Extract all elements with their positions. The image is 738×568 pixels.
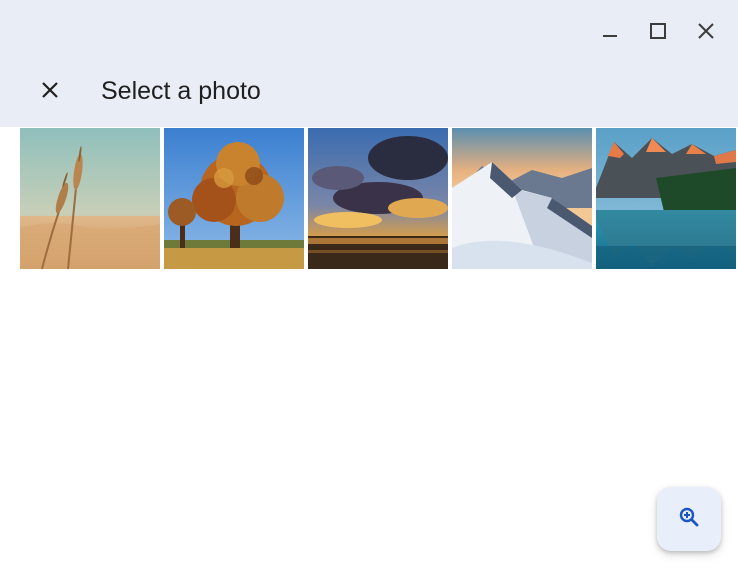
maximize-button[interactable] (634, 14, 682, 48)
close-icon (39, 79, 61, 106)
photo-mountain-lake[interactable] (596, 128, 736, 269)
sunset-clouds-image (308, 128, 448, 269)
snowy-mountains-image (452, 128, 592, 269)
wheat-image (20, 128, 160, 269)
zoom-in-button[interactable] (657, 487, 721, 551)
photo-wheat[interactable] (20, 128, 160, 269)
photo-gallery (20, 128, 738, 269)
photo-sunset-clouds[interactable] (308, 128, 448, 269)
photo-picker-window: Select a photo (0, 0, 738, 568)
minimize-button[interactable] (586, 14, 634, 48)
window-controls (586, 14, 730, 48)
autumn-tree-image (164, 128, 304, 269)
close-icon (696, 21, 716, 41)
mountain-lake-image (596, 128, 736, 269)
photo-autumn-tree[interactable] (164, 128, 304, 269)
maximize-icon (648, 21, 668, 41)
minimize-icon (600, 21, 620, 41)
page-title: Select a photo (101, 77, 261, 105)
header-bar: Select a photo (0, 0, 738, 127)
photo-snowy-mountains[interactable] (452, 128, 592, 269)
dialog-close-button[interactable] (30, 72, 70, 112)
zoom-in-icon (677, 505, 701, 534)
window-close-button[interactable] (682, 14, 730, 48)
